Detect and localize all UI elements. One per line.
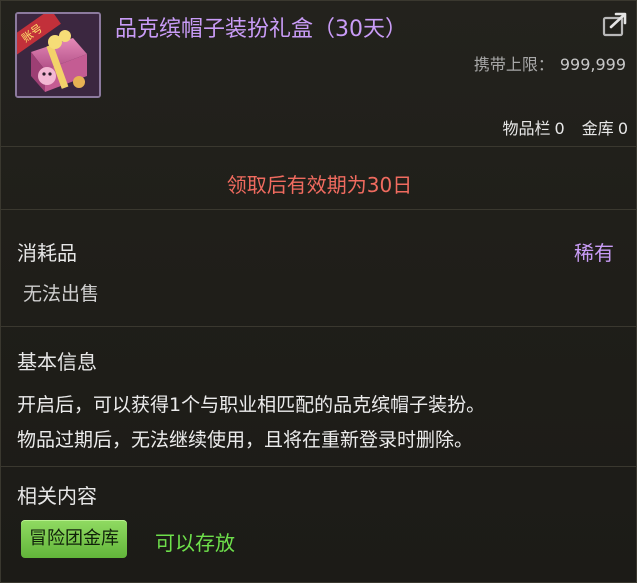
carry-limit: 携带上限： 999,999	[474, 51, 626, 75]
share-button[interactable]	[600, 9, 630, 39]
related-title: 相关内容	[17, 484, 97, 508]
item-title: 品克缤帽子装扮礼盒（30天）	[115, 17, 407, 42]
rarity-label: 稀有	[574, 241, 614, 265]
vault-label: 金库	[581, 119, 614, 138]
divider	[1, 466, 637, 467]
divider	[1, 146, 637, 147]
storable-note: 可以存放	[155, 531, 235, 555]
storage-counts: 物品栏 0 金库 0	[499, 115, 629, 139]
carry-limit-value: 999,999	[559, 55, 626, 74]
divider	[1, 326, 637, 327]
inventory-label: 物品栏	[502, 119, 551, 138]
carry-limit-label: 携带上限：	[473, 55, 554, 74]
adventure-vault-tag[interactable]: 冒险团金库	[21, 520, 127, 558]
divider	[1, 209, 637, 210]
expiry-notice: 领取后有效期为30日	[226, 173, 413, 197]
description-line: 开启后，可以获得1个与职业相匹配的品克缤帽子装扮。	[17, 394, 486, 416]
sell-note: 无法出售	[23, 283, 100, 305]
item-tooltip-panel: 账号 品克缤帽子装扮礼盒（30天） 携带上限： 999,999 物品栏 0 金库 0 …	[0, 0, 637, 583]
vault-count: 0	[617, 119, 628, 138]
category-label: 消耗品	[17, 241, 77, 265]
share-icon	[602, 12, 627, 37]
description-line: 物品过期后，无法继续使用，且将在重新登录时删除。	[17, 429, 474, 451]
pink-gift-box-icon: 账号	[15, 12, 101, 98]
basic-info-title: 基本信息	[17, 350, 97, 374]
tooltip-header: 账号 品克缤帽子装扮礼盒（30天） 携带上限： 999,999 物品栏 0 金库 0	[1, 1, 637, 146]
inventory-count: 0	[554, 119, 565, 138]
